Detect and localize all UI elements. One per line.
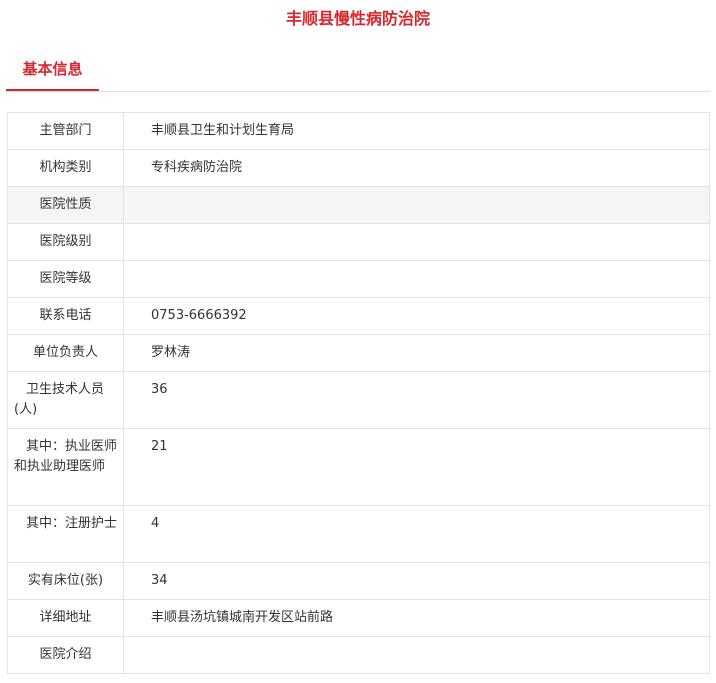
row-value: 34 xyxy=(123,562,710,600)
row-label: 联系电话 xyxy=(7,297,124,335)
row-value: 36 xyxy=(123,371,710,429)
row-label: 其中：执业医师和执业助理医师 xyxy=(7,428,124,506)
table-row: 详细地址 丰顺县汤坑镇城南开发区站前路 xyxy=(7,599,710,637)
page-title: 丰顺县慢性病防治院 xyxy=(285,9,430,28)
info-table: 主管部门 丰顺县卫生和计划生育局 机构类别 专科疾病防治院 医院性质 医院级别 … xyxy=(7,112,710,674)
table-row: 其中：注册护士 4 xyxy=(7,505,710,563)
row-label: 其中：注册护士 xyxy=(7,505,124,563)
row-value: 罗林涛 xyxy=(123,334,710,372)
row-label: 主管部门 xyxy=(7,112,124,150)
table-row: 机构类别 专科疾病防治院 xyxy=(7,149,710,187)
row-value xyxy=(123,223,710,261)
tab-basic-info[interactable]: 基本信息 xyxy=(6,52,99,91)
row-value: 4 xyxy=(123,505,710,563)
row-label: 医院介绍 xyxy=(7,636,124,674)
row-value: 21 xyxy=(123,428,710,506)
row-label: 单位负责人 xyxy=(7,334,124,372)
row-value: 丰顺县卫生和计划生育局 xyxy=(123,112,710,150)
table-row: 医院介绍 xyxy=(7,636,710,674)
tab-bar: 基本信息 xyxy=(6,52,710,92)
table-row: 其中：执业医师和执业助理医师 21 xyxy=(7,428,710,506)
table-row: 医院等级 xyxy=(7,260,710,298)
row-value: 0753-6666392 xyxy=(123,297,710,335)
row-value: 专科疾病防治院 xyxy=(123,149,710,187)
row-value xyxy=(123,636,710,674)
row-value xyxy=(123,186,710,224)
table-row: 单位负责人 罗林涛 xyxy=(7,334,710,372)
row-label: 医院性质 xyxy=(7,186,124,224)
row-label: 医院等级 xyxy=(7,260,124,298)
table-row: 医院性质 xyxy=(7,186,710,224)
row-label: 医院级别 xyxy=(7,223,124,261)
row-value: 丰顺县汤坑镇城南开发区站前路 xyxy=(123,599,710,637)
row-label: 实有床位(张) xyxy=(7,562,124,600)
table-row: 实有床位(张) 34 xyxy=(7,562,710,600)
row-label: 卫生技术人员(人) xyxy=(7,371,124,429)
row-label: 详细地址 xyxy=(7,599,124,637)
table-row: 医院级别 xyxy=(7,223,710,261)
table-row: 联系电话 0753-6666392 xyxy=(7,297,710,335)
table-row: 主管部门 丰顺县卫生和计划生育局 xyxy=(7,112,710,150)
row-label: 机构类别 xyxy=(7,149,124,187)
table-row: 卫生技术人员(人) 36 xyxy=(7,371,710,429)
row-value xyxy=(123,260,710,298)
